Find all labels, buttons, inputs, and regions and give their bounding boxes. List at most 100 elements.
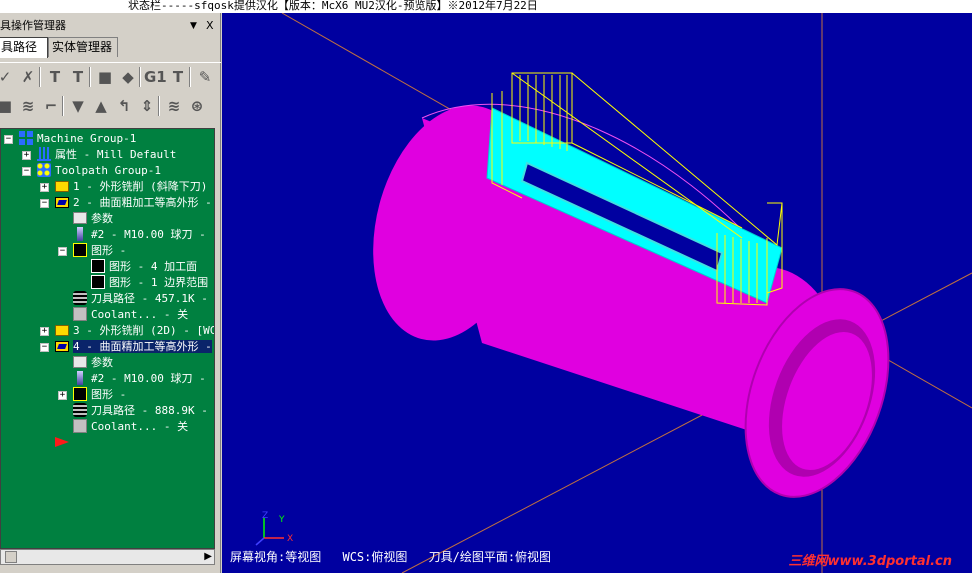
- axis-label-x: X: [287, 534, 293, 544]
- tree-node-label: 4 - 曲面精加工等高外形 -: [73, 340, 212, 353]
- tree-node[interactable]: #2 - M10.00 球刀 -: [73, 371, 206, 387]
- regenerate-icon[interactable]: T: [44, 66, 66, 88]
- tree-node[interactable]: 图形 - 4 加工面: [91, 259, 197, 275]
- tree-node-label: 3 - 外形铣削 (2D) - [WCS: [73, 324, 215, 337]
- verify-icon[interactable]: ◆: [117, 66, 139, 88]
- tree-node[interactable]: − 4 - 曲面精加工等高外形 -: [40, 339, 212, 355]
- tree-node[interactable]: 参数: [73, 355, 113, 371]
- tree-node-label: Toolpath Group-1: [55, 164, 161, 177]
- tree-node[interactable]: + 属性 - Mill Default: [22, 147, 177, 163]
- tree-node-label: 1 - 外形铣削 (斜降下刀): [73, 180, 208, 193]
- folder-icon: [55, 324, 69, 336]
- tool-plane-status: 刀具/绘图平面:俯视图: [428, 550, 552, 564]
- toolpath-tree: − Machine Group-1 + 属性 - Mill Default − Toolp…: [0, 128, 215, 549]
- operations-manager-pane: 具操作管理器 ▼ X 具路径 实体管理器 ✓ ✗ T T ■ ◆ G1 T ✎ ■ ≋ ⌐ ▼ ▲ ↰ ⇕ ≋…: [0, 13, 221, 573]
- expand-icon[interactable]: +: [22, 151, 31, 160]
- toolbar-separator: [62, 96, 64, 116]
- collapse-icon[interactable]: −: [58, 247, 67, 256]
- tree-node[interactable]: +1 - 外形铣削 (斜降下刀): [40, 179, 208, 195]
- collapse-icon[interactable]: −: [4, 135, 13, 144]
- select-all-icon[interactable]: ✓: [0, 66, 16, 88]
- post-icon[interactable]: G1: [144, 66, 167, 88]
- geometry-icon: [73, 387, 87, 401]
- pin-icon[interactable]: ▼: [190, 19, 197, 33]
- toolbar-separator: [158, 96, 160, 116]
- wave-icon[interactable]: ≋: [17, 95, 39, 117]
- tree-node[interactable]: 刀具路径 - 888.9K - Y: [73, 403, 214, 419]
- wave2-icon[interactable]: ≋: [163, 95, 185, 117]
- ball-mill-tool-icon: [77, 227, 83, 241]
- axis-label-z: Z: [262, 511, 268, 521]
- collapse-icon[interactable]: −: [22, 167, 31, 176]
- parameters-icon: [73, 212, 87, 224]
- toolbar-separator: [89, 67, 91, 87]
- collapse-icon[interactable]: −: [40, 199, 49, 208]
- tree-horizontal-scrollbar[interactable]: ▶: [0, 549, 215, 565]
- tree-node-label: #2 - M10.00 球刀 -: [91, 372, 206, 385]
- tree-node[interactable]: − Machine Group-1: [4, 131, 137, 147]
- graphics-viewport[interactable]: Y X Z 屏幕视角:等视图 WCS:俯视图 刀具/绘图平面:俯视图 三维网ww…: [222, 13, 972, 573]
- tree-node[interactable]: #2 - M10.00 球刀 -: [73, 227, 206, 243]
- coolant-icon: [73, 307, 87, 321]
- window-title: 状态栏-----sfqosk提供汉化【版本：McX6 MU2汉化-预览版】※20…: [0, 0, 972, 13]
- backplot-icon[interactable]: ■: [94, 66, 116, 88]
- insert-marker-flag-icon: [55, 437, 69, 447]
- tree-node[interactable]: + 图形 -: [58, 387, 127, 403]
- toolbar-separator: [189, 67, 191, 87]
- tree-node-label: #2 - M10.00 球刀 -: [91, 228, 206, 241]
- tree-node-label: Coolant... - 关: [91, 420, 189, 433]
- tree-node-label: 图形 -: [91, 244, 127, 257]
- scroll-right-icon[interactable]: ▶: [204, 550, 212, 564]
- scene-canvas: Y X Z: [255, 13, 972, 573]
- tree-node[interactable]: − Toolpath Group-1: [22, 163, 161, 179]
- highfeed-icon[interactable]: T: [167, 66, 189, 88]
- close-icon[interactable]: X: [206, 19, 214, 33]
- expand-icon[interactable]: +: [40, 183, 49, 192]
- folder-icon: [55, 180, 69, 192]
- view-status-line: 屏幕视角:等视图 WCS:俯视图 刀具/绘图平面:俯视图: [230, 548, 565, 565]
- tree-node-label: 图形 -: [91, 388, 127, 401]
- tree-node[interactable]: 图形 - 1 边界范围: [91, 275, 208, 291]
- insert-arrow-icon[interactable]: ↰: [113, 95, 135, 117]
- screen-view-status: 屏幕视角:等视图: [230, 550, 322, 564]
- scroll-thumb[interactable]: [5, 551, 17, 563]
- gear-target-icon[interactable]: ⊛: [186, 95, 208, 117]
- tree-node[interactable]: [55, 435, 73, 451]
- expand-collapse-icon[interactable]: ⇕: [136, 95, 158, 117]
- tree-node-label: Machine Group-1: [37, 132, 137, 145]
- tree-node-label: 2 - 曲面粗加工等高外形 -: [73, 196, 212, 209]
- expand-icon[interactable]: +: [58, 391, 67, 400]
- pane-header: 具操作管理器 ▼ X: [0, 19, 221, 33]
- operation-folder-icon: [55, 196, 69, 208]
- toolpath-group-icon: [37, 163, 51, 177]
- tree-node[interactable]: +3 - 外形铣削 (2D) - [WCS: [40, 323, 215, 339]
- regenerate-dirty-icon[interactable]: T: [67, 66, 89, 88]
- move-up-icon[interactable]: ▲: [90, 95, 112, 117]
- tree-node[interactable]: − 2 - 曲面粗加工等高外形 -: [40, 195, 212, 211]
- tab-toolpaths[interactable]: 具路径: [0, 37, 48, 58]
- toolpath-toolbar-top: ✓ ✗ T T ■ ◆ G1 T ✎: [0, 62, 221, 90]
- tree-node[interactable]: 刀具路径 - 457.1K - Y: [73, 291, 215, 307]
- move-down-icon[interactable]: ▼: [67, 95, 89, 117]
- collapse-icon[interactable]: −: [40, 343, 49, 352]
- boundary-icon: [91, 275, 105, 289]
- tree-node[interactable]: − 图形 -: [58, 243, 127, 259]
- tree-node-label: 图形 - 1 边界范围: [109, 276, 209, 289]
- toolbar-separator: [139, 67, 141, 87]
- deselect-icon[interactable]: ✗: [17, 66, 39, 88]
- tree-node-label: 参数: [91, 212, 113, 225]
- tree-node-label: 刀具路径 - 457.1K - Y: [91, 292, 215, 305]
- axis-label-y: Y: [278, 515, 285, 525]
- lock-icon[interactable]: ■: [0, 95, 16, 117]
- tree-node[interactable]: Coolant... - 关: [73, 307, 188, 323]
- expand-icon[interactable]: +: [40, 327, 49, 336]
- toggle-display-icon[interactable]: ⌐: [40, 95, 62, 117]
- tree-node-label: 属性 - Mill Default: [55, 148, 177, 161]
- delete-icon[interactable]: ✎: [194, 66, 216, 88]
- watermark-logo: 三维网www.3dportal.cn: [788, 554, 952, 569]
- wcs-status: WCS:俯视图: [342, 550, 408, 564]
- tab-solids[interactable]: 实体管理器: [48, 37, 118, 57]
- tree-node[interactable]: Coolant... - 关: [73, 419, 188, 435]
- toolpath-data-icon: [73, 403, 87, 417]
- tree-node[interactable]: 参数: [73, 211, 113, 227]
